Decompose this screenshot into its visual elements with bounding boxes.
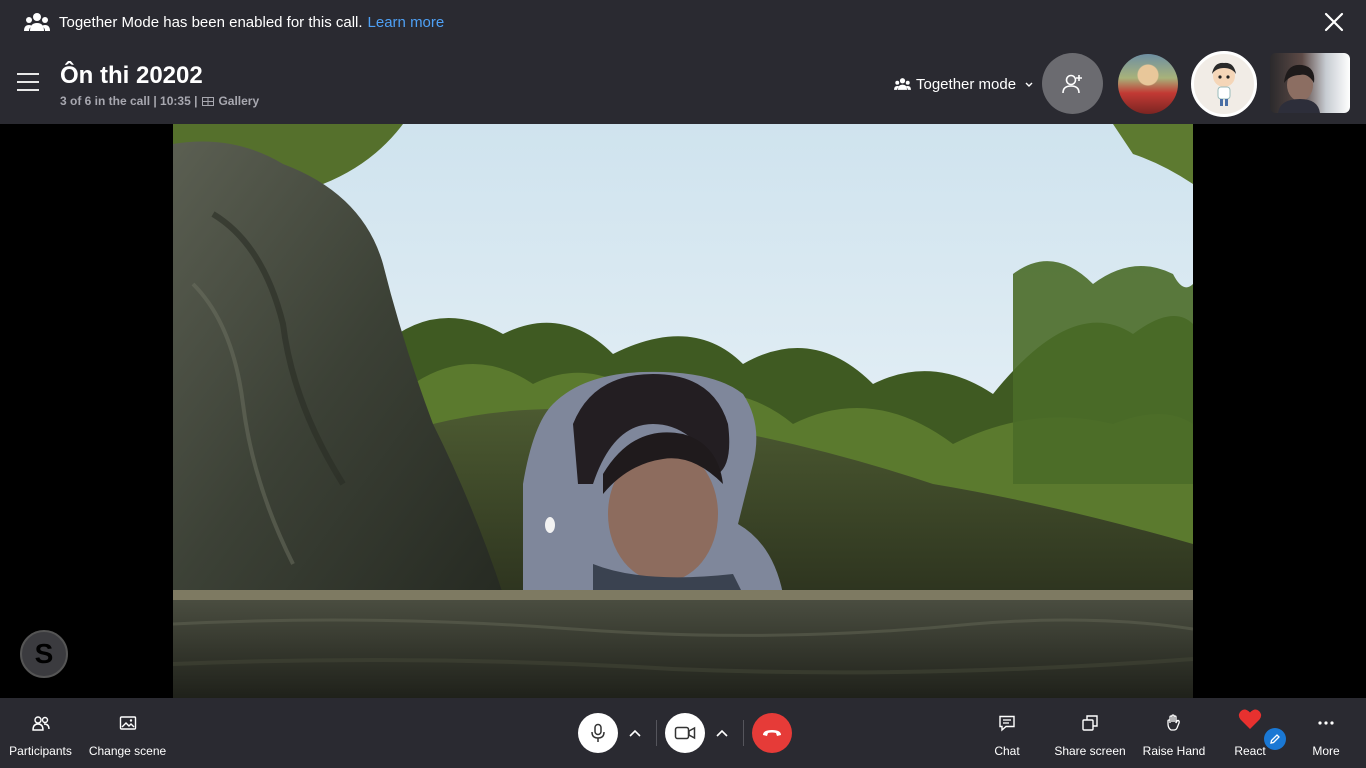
media-controls <box>578 712 792 754</box>
change-scene-button[interactable]: Change scene <box>88 698 167 768</box>
react-button[interactable]: React <box>1230 698 1270 768</box>
video-camera-icon <box>674 726 696 740</box>
end-call-button[interactable] <box>752 713 792 753</box>
cartoon-avatar-image <box>1212 62 1236 106</box>
share-screen-button[interactable]: Share screen <box>1054 698 1126 768</box>
call-status: 3 of 6 in the call | 10:35 | Gallery <box>60 94 259 108</box>
raise-hand-label: Raise Hand <box>1142 744 1206 758</box>
participants-button[interactable]: Participants <box>9 698 72 768</box>
together-mode-banner: Together Mode has been enabled for this … <box>0 0 1366 46</box>
banner-text: Together Mode has been enabled for this … <box>59 14 363 31</box>
gallery-icon <box>202 96 215 106</box>
pencil-icon <box>1270 734 1280 744</box>
participant-avatar[interactable] <box>1118 54 1178 114</box>
share-screen-label: Share screen <box>1054 744 1126 758</box>
chat-label: Chat <box>994 744 1020 758</box>
microphone-options-button[interactable] <box>622 713 648 753</box>
add-people-button[interactable] <box>1042 53 1103 114</box>
call-header: Ôn thi 20202 3 of 6 in the call | 10:35 … <box>0 46 1366 124</box>
close-icon[interactable] <box>1323 11 1345 33</box>
call-status-text: 3 of 6 in the call | 10:35 | <box>60 94 198 108</box>
add-person-icon <box>1061 74 1082 93</box>
camera-options-button[interactable] <box>709 713 735 753</box>
divider <box>656 720 657 746</box>
react-label: React <box>1234 744 1266 758</box>
together-mode-dropdown[interactable]: Together mode <box>894 74 1034 94</box>
participants-label: Participants <box>9 744 72 758</box>
more-dots-icon <box>1318 721 1334 725</box>
call-controls-bar: Participants Change scene Chat Share scr… <box>0 698 1366 768</box>
divider <box>743 720 744 746</box>
learn-more-link[interactable]: Learn more <box>368 14 445 31</box>
together-mode-scene <box>173 124 1193 698</box>
chevron-up-icon <box>716 729 728 737</box>
microphone-button[interactable] <box>578 713 618 753</box>
skype-logo-letter: S <box>34 638 54 669</box>
camera-button[interactable] <box>665 713 705 753</box>
call-title: Ôn thi 20202 <box>60 62 203 89</box>
scene-image <box>173 124 1193 698</box>
scene-image-icon <box>119 716 136 730</box>
chat-button[interactable]: Chat <box>990 698 1024 768</box>
chevron-up-icon <box>629 729 641 737</box>
people-group-icon <box>24 13 50 31</box>
more-button[interactable]: More <box>1308 698 1344 768</box>
chevron-down-icon <box>1025 82 1033 87</box>
microphone-icon <box>591 723 605 742</box>
participant-avatar-selected[interactable] <box>1191 51 1257 117</box>
participant-video-thumbnail[interactable] <box>1270 53 1350 113</box>
together-mode-label: Together mode <box>916 75 1017 93</box>
more-label: More <box>1312 744 1340 758</box>
view-mode-text[interactable]: Gallery <box>218 94 259 108</box>
skype-logo: S <box>20 630 68 678</box>
banner-message: Together Mode has been enabled for this … <box>59 14 444 31</box>
heart-icon <box>1238 709 1262 729</box>
call-window: Together Mode has been enabled for this … <box>0 0 1366 768</box>
menu-icon[interactable] <box>17 73 39 91</box>
change-scene-label: Change scene <box>88 744 167 758</box>
raise-hand-icon <box>1167 714 1180 731</box>
participant-video-image <box>1278 64 1320 113</box>
hang-up-icon <box>763 730 781 736</box>
share-screen-icon <box>1082 715 1098 731</box>
chat-icon <box>999 715 1015 732</box>
edit-reaction-button[interactable] <box>1264 728 1286 750</box>
people-group-icon <box>894 78 911 90</box>
raise-hand-button[interactable]: Raise Hand <box>1143 698 1205 768</box>
participants-icon <box>31 716 50 731</box>
